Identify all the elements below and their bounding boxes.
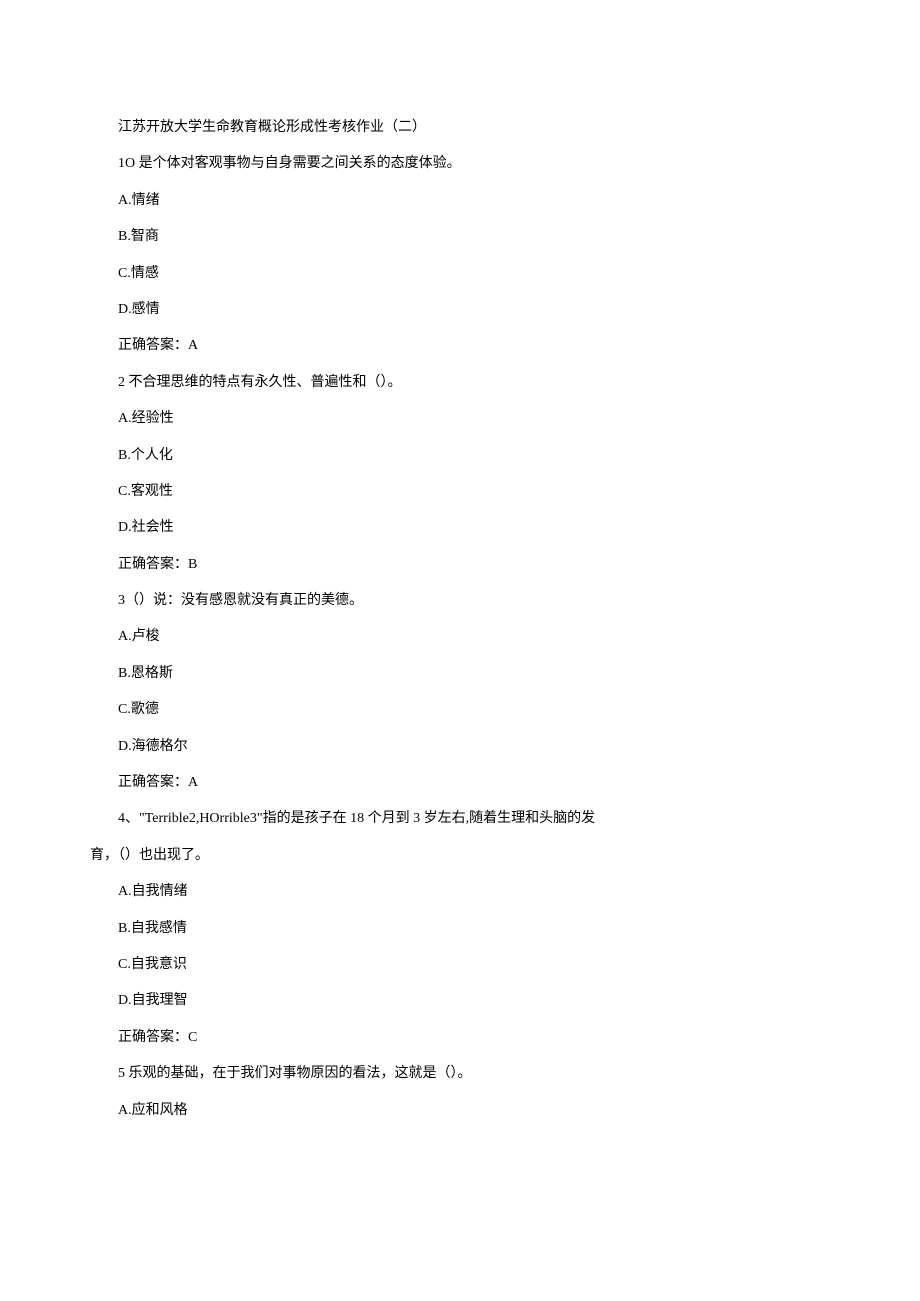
question-1-option-d: D.感情 bbox=[90, 292, 830, 328]
question-1-text: 1O 是个体对客观事物与自身需要之间关系的态度体验。 bbox=[90, 146, 830, 182]
question-3-option-b: B.恩格斯 bbox=[90, 656, 830, 692]
question-4-option-d: D.自我理智 bbox=[90, 983, 830, 1019]
question-4-text-part2: 育，（）也出现了。 bbox=[90, 838, 830, 874]
document-content: 江苏开放大学生命教育概论形成性考核作业（二） 1O 是个体对客观事物与自身需要之… bbox=[90, 110, 830, 1129]
question-2-answer: 正确答案：B bbox=[90, 547, 830, 583]
question-1-option-c: C.情感 bbox=[90, 256, 830, 292]
question-3-answer: 正确答案：A bbox=[90, 765, 830, 801]
question-3-option-d: D.海德格尔 bbox=[90, 729, 830, 765]
question-2-option-c: C.客观性 bbox=[90, 474, 830, 510]
document-title: 江苏开放大学生命教育概论形成性考核作业（二） bbox=[90, 110, 830, 146]
question-1-answer: 正确答案：A bbox=[90, 328, 830, 364]
question-3-text: 3（）说：没有感恩就没有真正的美德。 bbox=[90, 583, 830, 619]
question-1-option-b: B.智商 bbox=[90, 219, 830, 255]
question-1-option-a: A.情绪 bbox=[90, 183, 830, 219]
question-5-option-a: A.应和风格 bbox=[90, 1093, 830, 1129]
question-4-answer: 正确答案：C bbox=[90, 1020, 830, 1056]
question-3-option-c: C.歌德 bbox=[90, 692, 830, 728]
question-4-option-a: A.自我情绪 bbox=[90, 874, 830, 910]
question-4-option-c: C.自我意识 bbox=[90, 947, 830, 983]
question-3-option-a: A.卢梭 bbox=[90, 619, 830, 655]
question-2-option-d: D.社会性 bbox=[90, 510, 830, 546]
question-2-text: 2 不合理思维的特点有永久性、普遍性和（）。 bbox=[90, 365, 830, 401]
question-4-option-b: B.自我感情 bbox=[90, 911, 830, 947]
question-5-text: 5 乐观的基础，在于我们对事物原因的看法，这就是（）。 bbox=[90, 1056, 830, 1092]
question-4-text-part1: 4、"Terrible2,HOrrible3"指的是孩子在 18 个月到 3 岁… bbox=[90, 801, 830, 837]
question-2-option-a: A.经验性 bbox=[90, 401, 830, 437]
question-2-option-b: B.个人化 bbox=[90, 438, 830, 474]
